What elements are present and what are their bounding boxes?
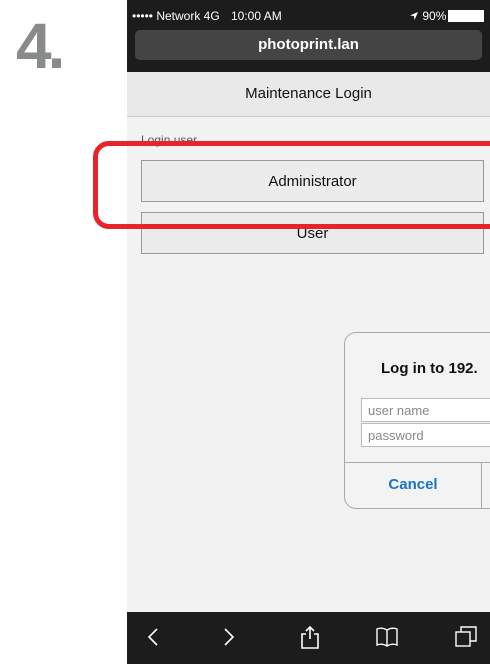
tabs-icon[interactable] xyxy=(453,624,479,650)
login-dialog: Log in to 192. user name password Cancel xyxy=(344,332,490,509)
browser-toolbar xyxy=(127,612,490,664)
bookmarks-icon[interactable] xyxy=(374,624,400,650)
browser-header: ••••• Network 4G 10:00 AM 90% photoprint… xyxy=(127,0,490,72)
forward-icon[interactable] xyxy=(215,624,241,650)
phone-screen: ••••• Network 4G 10:00 AM 90% photoprint… xyxy=(127,0,490,664)
administrator-highlight xyxy=(93,141,490,229)
battery-icon xyxy=(448,10,484,22)
page-title: Maintenance Login xyxy=(127,72,490,117)
dialog-title: Log in to 192. xyxy=(381,360,478,377)
share-icon[interactable] xyxy=(297,624,323,650)
dialog-button-divider xyxy=(481,463,482,508)
url-bar[interactable]: photoprint.lan xyxy=(135,30,482,60)
location-arrow-icon xyxy=(410,12,418,20)
battery-percentage: 90% xyxy=(409,9,446,23)
battery-text: 90% xyxy=(422,9,447,23)
back-icon[interactable] xyxy=(141,624,167,650)
step-number: 4. xyxy=(16,10,65,82)
carrier-signal: ••••• Network 4G xyxy=(132,9,220,23)
password-input[interactable]: password xyxy=(361,423,490,447)
username-input[interactable]: user name xyxy=(361,398,490,422)
cancel-button[interactable]: Cancel xyxy=(345,463,481,507)
status-time: 10:00 AM xyxy=(231,9,282,23)
